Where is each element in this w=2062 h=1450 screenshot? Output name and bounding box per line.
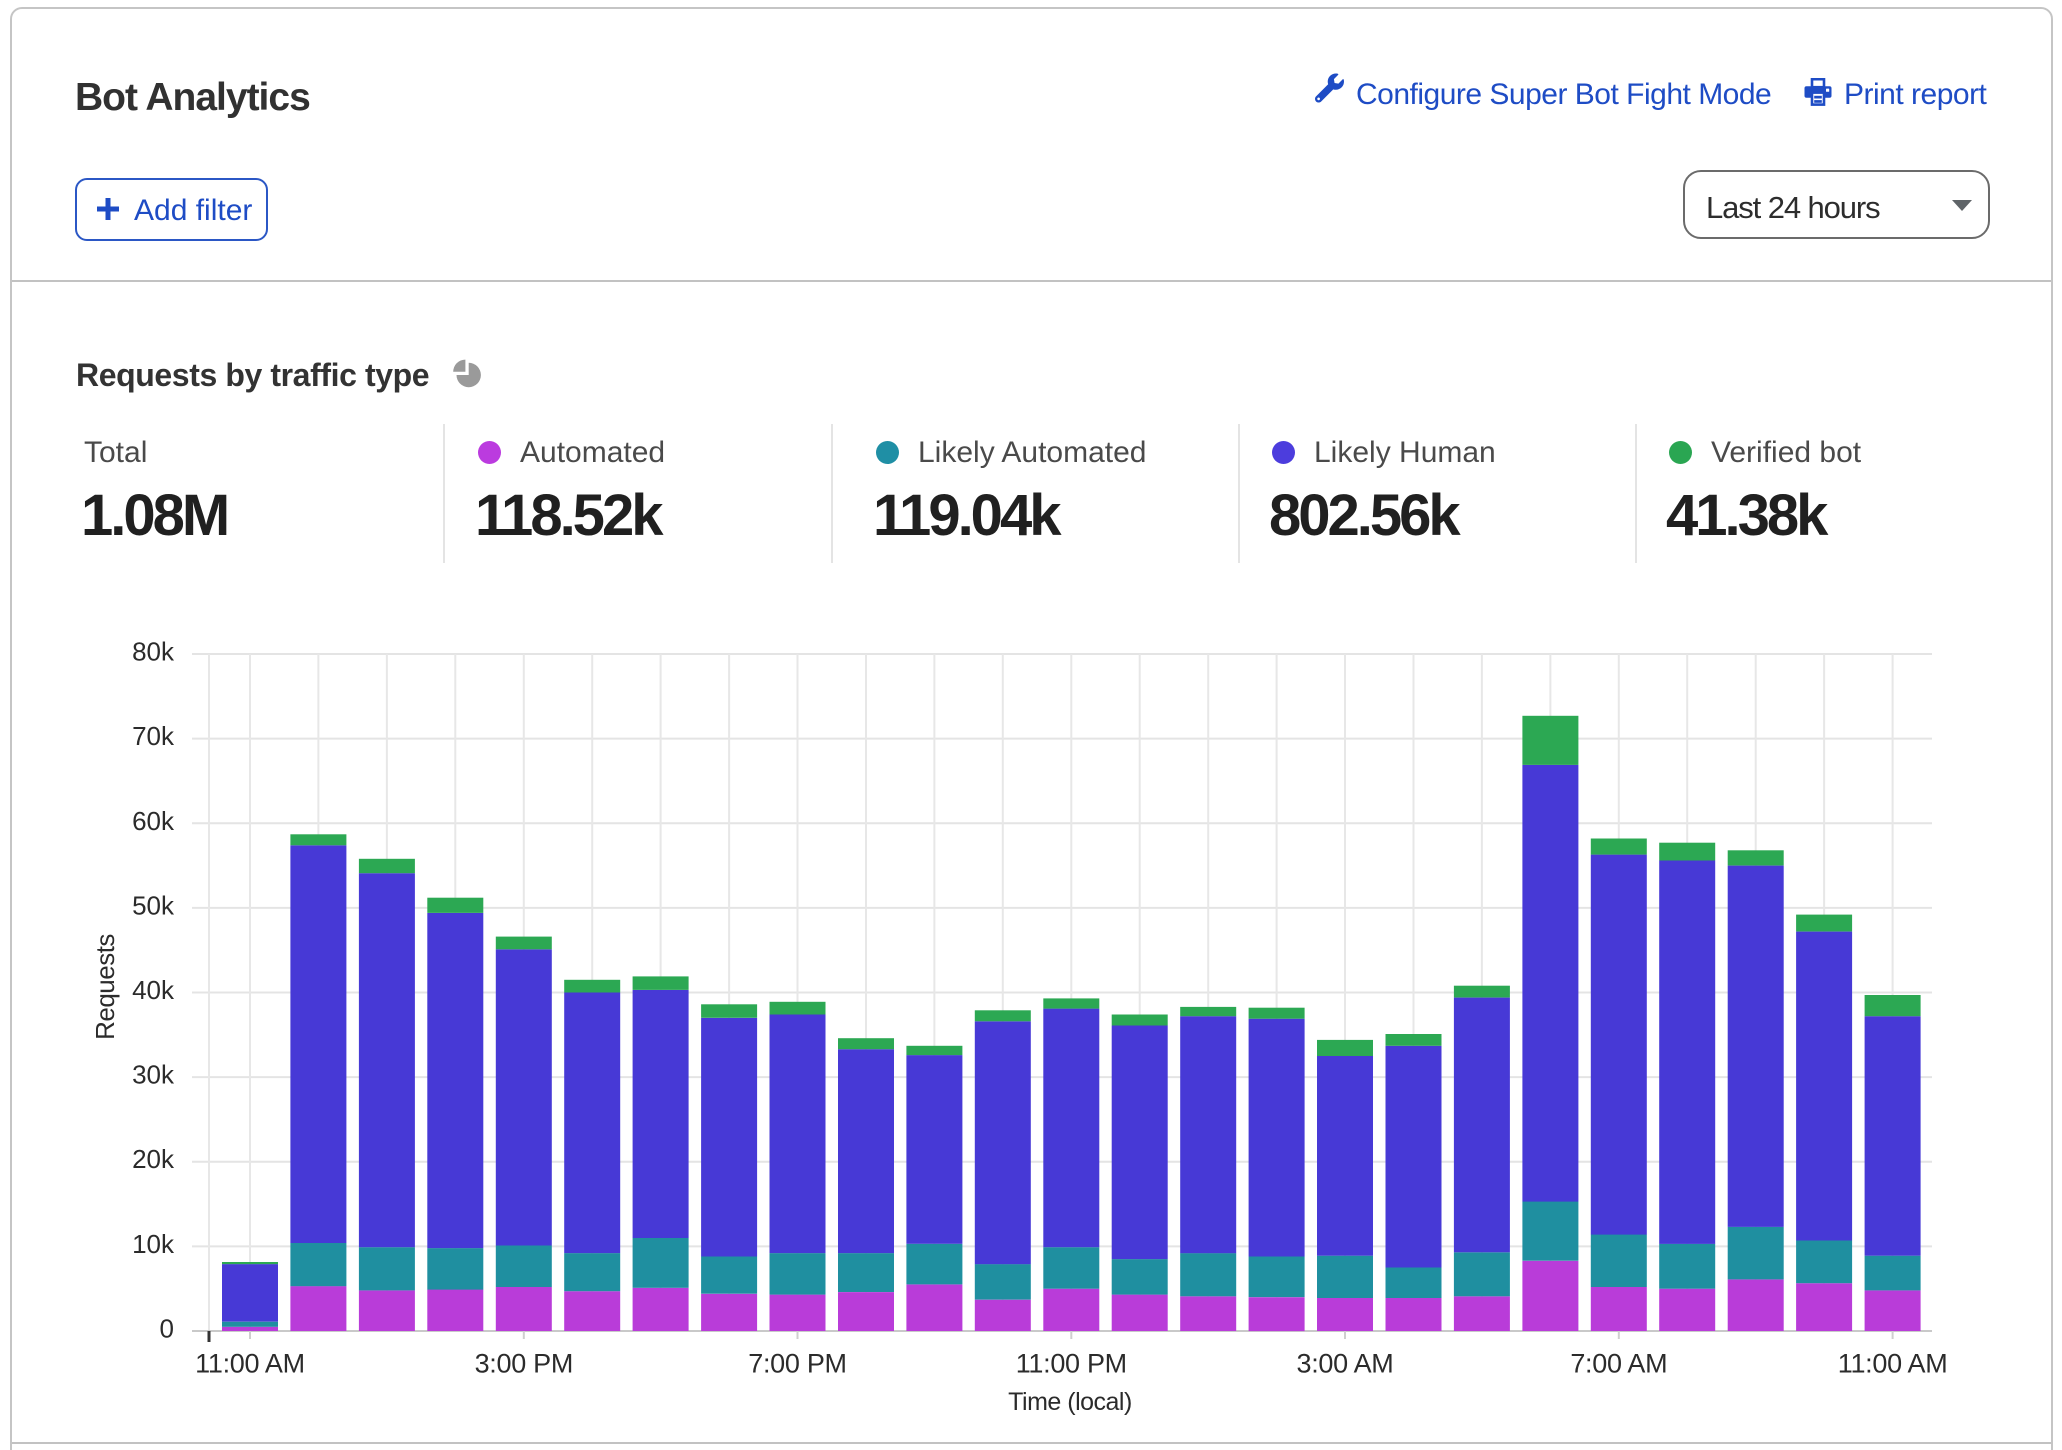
svg-text:7:00 PM: 7:00 PM: [748, 1349, 846, 1379]
svg-text:3:00 PM: 3:00 PM: [475, 1349, 573, 1379]
svg-text:Time (local): Time (local): [1008, 1388, 1132, 1416]
svg-text:11:00 AM: 11:00 AM: [1838, 1349, 1948, 1379]
svg-text:50k: 50k: [132, 890, 175, 920]
svg-text:40k: 40k: [132, 975, 175, 1005]
svg-text:Requests: Requests: [90, 934, 120, 1040]
svg-text:7:00 AM: 7:00 AM: [1570, 1349, 1667, 1379]
svg-text:11:00 AM: 11:00 AM: [195, 1349, 305, 1379]
svg-text:10k: 10k: [132, 1229, 175, 1259]
svg-text:30k: 30k: [132, 1060, 175, 1090]
svg-text:70k: 70k: [132, 721, 175, 751]
svg-text:0: 0: [160, 1314, 174, 1344]
svg-text:3:00 AM: 3:00 AM: [1297, 1349, 1394, 1379]
svg-text:20k: 20k: [132, 1144, 175, 1174]
svg-text:11:00 PM: 11:00 PM: [1016, 1349, 1127, 1379]
svg-text:60k: 60k: [132, 806, 175, 836]
svg-text:80k: 80k: [132, 637, 175, 667]
